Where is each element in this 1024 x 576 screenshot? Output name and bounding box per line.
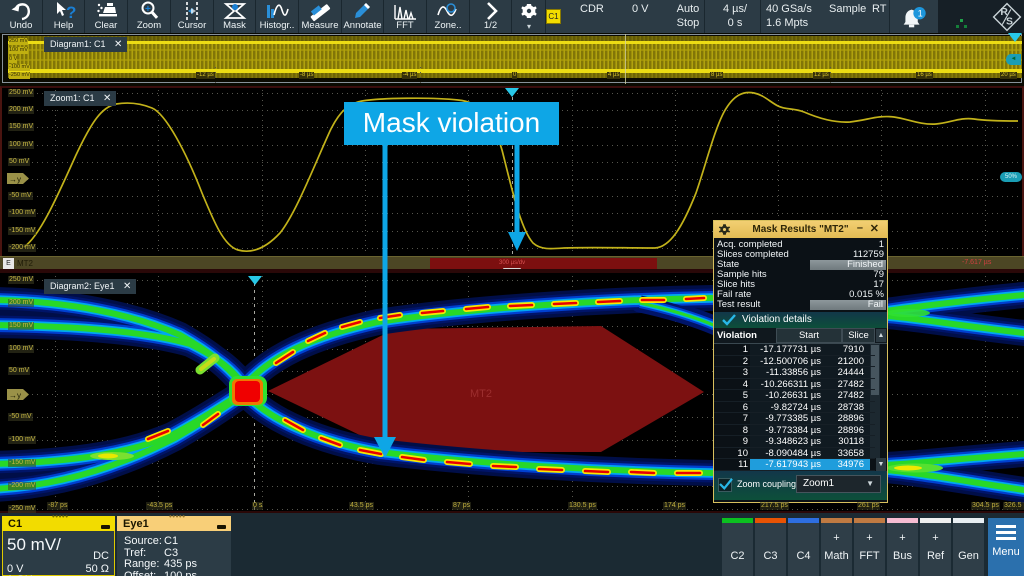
svg-text:+: + (145, 4, 151, 15)
svg-text:→y: →y (9, 391, 21, 400)
svg-text:S: S (1006, 17, 1013, 28)
svg-text:1: 1 (918, 8, 923, 18)
svg-text:→y: →y (9, 175, 21, 184)
